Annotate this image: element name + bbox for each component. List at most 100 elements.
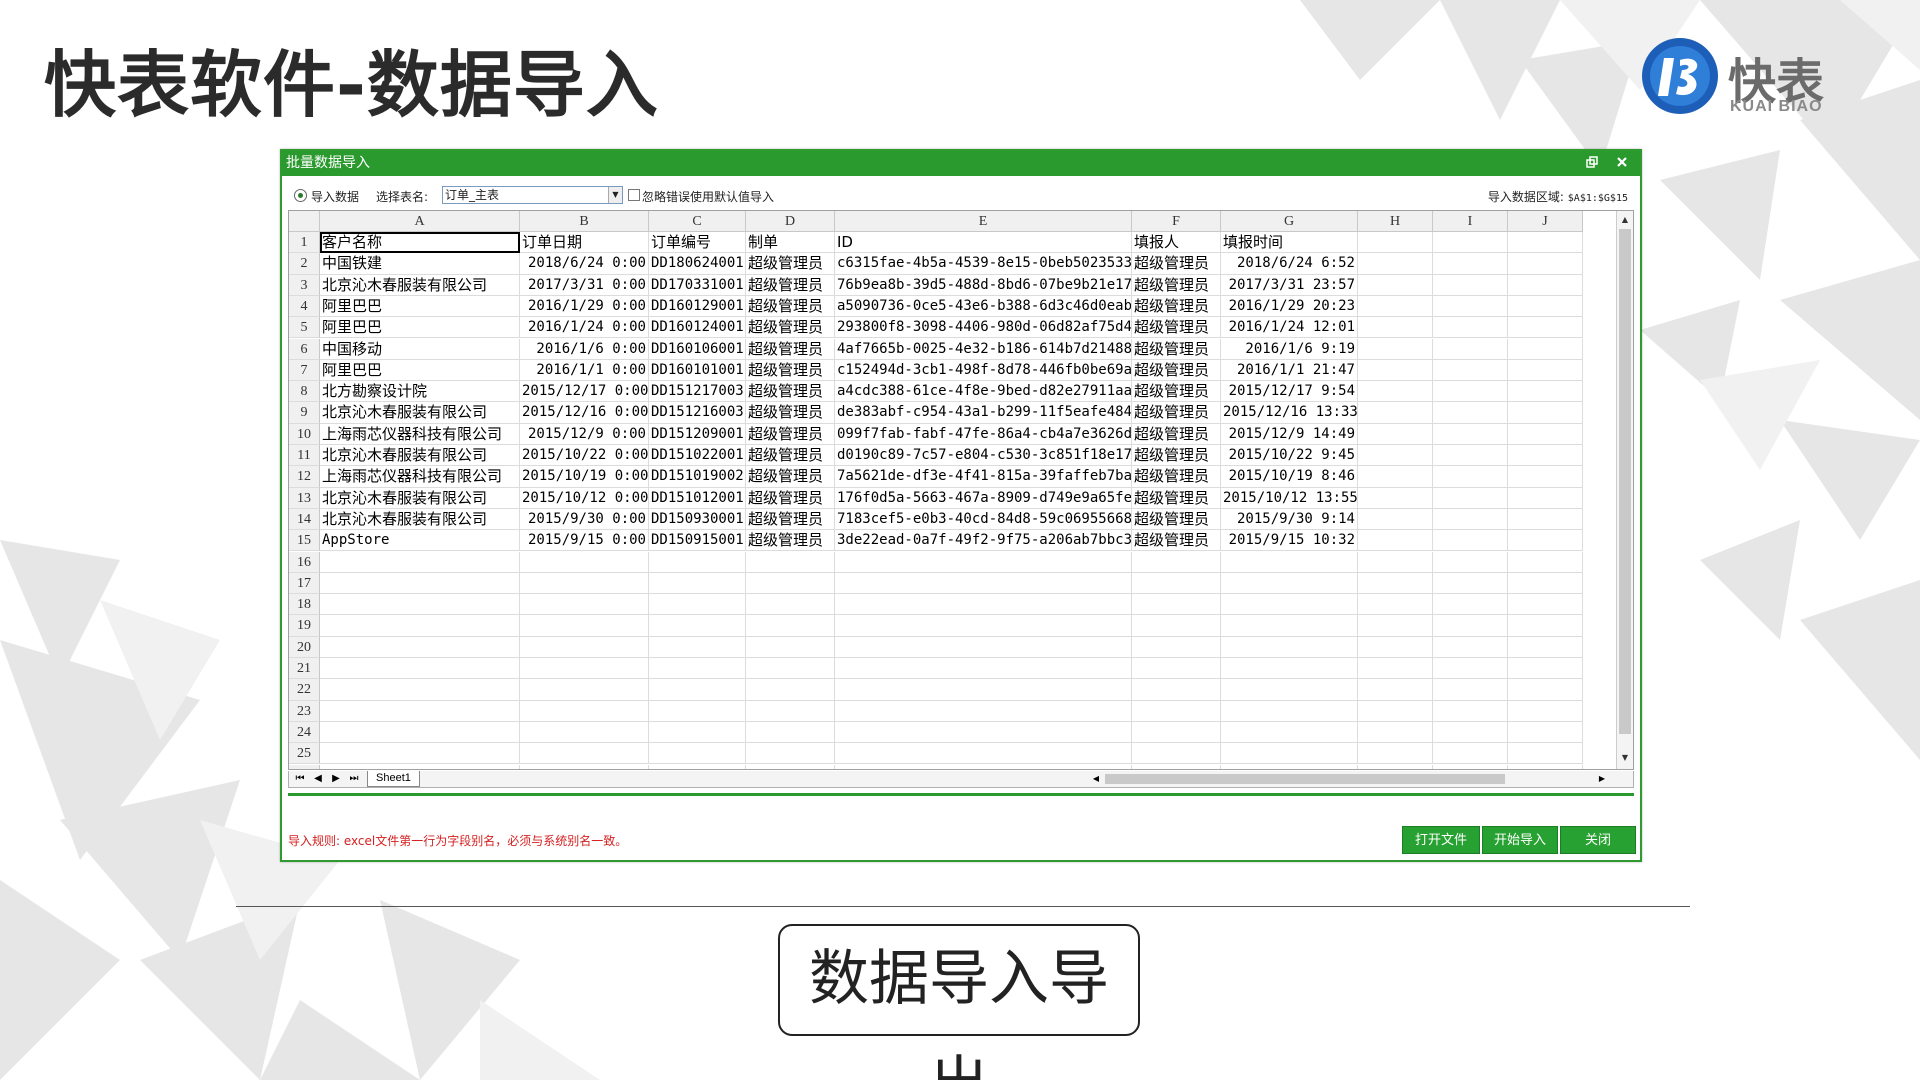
scroll-left-icon[interactable]: ◀: [1089, 772, 1103, 786]
data-cell[interactable]: 超级管理员: [746, 274, 835, 296]
empty-cell[interactable]: [1358, 658, 1433, 680]
row-header[interactable]: 3: [289, 274, 320, 296]
data-cell[interactable]: c6315fae-4b5a-4539-8e15-0beb50235336: [835, 253, 1132, 275]
row-header[interactable]: 26: [289, 764, 320, 769]
empty-cell[interactable]: [1358, 572, 1433, 595]
empty-cell[interactable]: [746, 636, 835, 658]
data-cell[interactable]: 2015/10/19 8:46: [1221, 466, 1358, 488]
empty-cell[interactable]: [1221, 572, 1358, 595]
empty-cell[interactable]: [1433, 487, 1508, 509]
empty-cell[interactable]: [1508, 700, 1583, 722]
row-header[interactable]: 8: [289, 381, 320, 403]
data-cell[interactable]: 099f7fab-fabf-47fe-86a4-cb4a7e3626de: [835, 423, 1132, 445]
empty-cell[interactable]: [835, 572, 1132, 595]
data-cell[interactable]: 超级管理员: [746, 381, 835, 403]
data-cell[interactable]: 2015/10/22 9:45: [1221, 445, 1358, 467]
empty-cell[interactable]: [835, 636, 1132, 658]
empty-cell[interactable]: [746, 658, 835, 680]
data-cell[interactable]: 超级管理员: [746, 253, 835, 275]
row-header[interactable]: 17: [289, 572, 320, 595]
data-cell[interactable]: 中国铁建: [320, 253, 520, 275]
empty-cell[interactable]: [649, 721, 746, 744]
empty-cell[interactable]: [1132, 636, 1221, 658]
row-header[interactable]: 12: [289, 466, 320, 488]
empty-cell[interactable]: [1358, 636, 1433, 658]
vertical-scrollbar[interactable]: ▲ ▼: [1616, 211, 1633, 769]
empty-cell[interactable]: [1433, 295, 1508, 318]
empty-cell[interactable]: [1433, 700, 1508, 722]
data-cell[interactable]: 阿里巴巴: [320, 317, 520, 339]
empty-cell[interactable]: [1508, 615, 1583, 637]
data-cell[interactable]: 阿里巴巴: [320, 359, 520, 382]
header-cell[interactable]: 客户名称: [320, 232, 520, 254]
restore-icon[interactable]: [1584, 155, 1600, 172]
empty-cell[interactable]: [1221, 743, 1358, 765]
data-cell[interactable]: 超级管理员: [746, 317, 835, 339]
empty-cell[interactable]: [1508, 743, 1583, 765]
prev-sheet-icon[interactable]: ◀: [311, 772, 325, 786]
empty-cell[interactable]: [1508, 445, 1583, 467]
empty-cell[interactable]: [835, 679, 1132, 701]
data-cell[interactable]: 阿里巴巴: [320, 295, 520, 318]
empty-cell[interactable]: [1132, 551, 1221, 573]
empty-cell[interactable]: [1132, 721, 1221, 744]
data-cell[interactable]: 2016/1/29 20:23: [1221, 295, 1358, 318]
empty-cell[interactable]: [320, 679, 520, 701]
ignore-errors-checkbox[interactable]: [628, 189, 640, 201]
data-cell[interactable]: DD150915001: [649, 530, 746, 552]
empty-cell[interactable]: [1508, 658, 1583, 680]
row-header[interactable]: 21: [289, 658, 320, 680]
empty-cell[interactable]: [520, 594, 649, 616]
empty-cell[interactable]: [1433, 232, 1508, 254]
last-sheet-icon[interactable]: ⏭: [347, 772, 361, 786]
data-cell[interactable]: 超级管理员: [1132, 381, 1221, 403]
data-cell[interactable]: 2016/1/29 0:00: [520, 295, 649, 318]
empty-cell[interactable]: [520, 551, 649, 573]
empty-cell[interactable]: [1433, 381, 1508, 403]
empty-cell[interactable]: [746, 700, 835, 722]
close-button[interactable]: 关闭: [1560, 826, 1636, 854]
first-sheet-icon[interactable]: ⏮: [293, 772, 307, 786]
data-cell[interactable]: 超级管理员: [1132, 253, 1221, 275]
data-cell[interactable]: DD151012001: [649, 487, 746, 509]
header-cell[interactable]: ID: [835, 232, 1132, 254]
data-cell[interactable]: DD150930001: [649, 508, 746, 531]
empty-cell[interactable]: [649, 551, 746, 573]
column-header-a[interactable]: A: [320, 211, 520, 232]
data-cell[interactable]: DD151216003: [649, 402, 746, 424]
data-cell[interactable]: DD170331001: [649, 274, 746, 296]
data-cell[interactable]: 2015/12/16 13:33: [1221, 402, 1358, 424]
data-cell[interactable]: 2016/1/1 0:00: [520, 359, 649, 382]
empty-cell[interactable]: [1358, 487, 1433, 509]
empty-cell[interactable]: [1508, 295, 1583, 318]
header-cell[interactable]: 订单日期: [520, 232, 649, 254]
empty-cell[interactable]: [1508, 253, 1583, 275]
empty-cell[interactable]: [1221, 594, 1358, 616]
empty-cell[interactable]: [520, 721, 649, 744]
data-cell[interactable]: 2015/10/12 0:00: [520, 487, 649, 509]
empty-cell[interactable]: [1221, 721, 1358, 744]
empty-cell[interactable]: [835, 615, 1132, 637]
empty-cell[interactable]: [1508, 466, 1583, 488]
empty-cell[interactable]: [1221, 615, 1358, 637]
empty-cell[interactable]: [1358, 338, 1433, 360]
row-header[interactable]: 5: [289, 317, 320, 339]
data-cell[interactable]: 2018/6/24 0:00: [520, 253, 649, 275]
empty-cell[interactable]: [746, 679, 835, 701]
column-header-j[interactable]: J: [1508, 211, 1583, 232]
empty-cell[interactable]: [1358, 274, 1433, 296]
vertical-scroll-thumb[interactable]: [1619, 229, 1631, 734]
empty-cell[interactable]: [1358, 551, 1433, 573]
data-cell[interactable]: DD151217003: [649, 381, 746, 403]
data-cell[interactable]: 北京沁木春服装有限公司: [320, 487, 520, 509]
row-header[interactable]: 23: [289, 700, 320, 722]
row-header[interactable]: 16: [289, 551, 320, 573]
data-cell[interactable]: 2018/6/24 6:52: [1221, 253, 1358, 275]
data-cell[interactable]: DD151022001: [649, 445, 746, 467]
data-cell[interactable]: 2015/12/16 0:00: [520, 402, 649, 424]
empty-cell[interactable]: [1358, 721, 1433, 744]
sheet-tab[interactable]: Sheet1: [367, 771, 420, 787]
empty-cell[interactable]: [649, 615, 746, 637]
empty-cell[interactable]: [520, 764, 649, 769]
empty-cell[interactable]: [1358, 295, 1433, 318]
